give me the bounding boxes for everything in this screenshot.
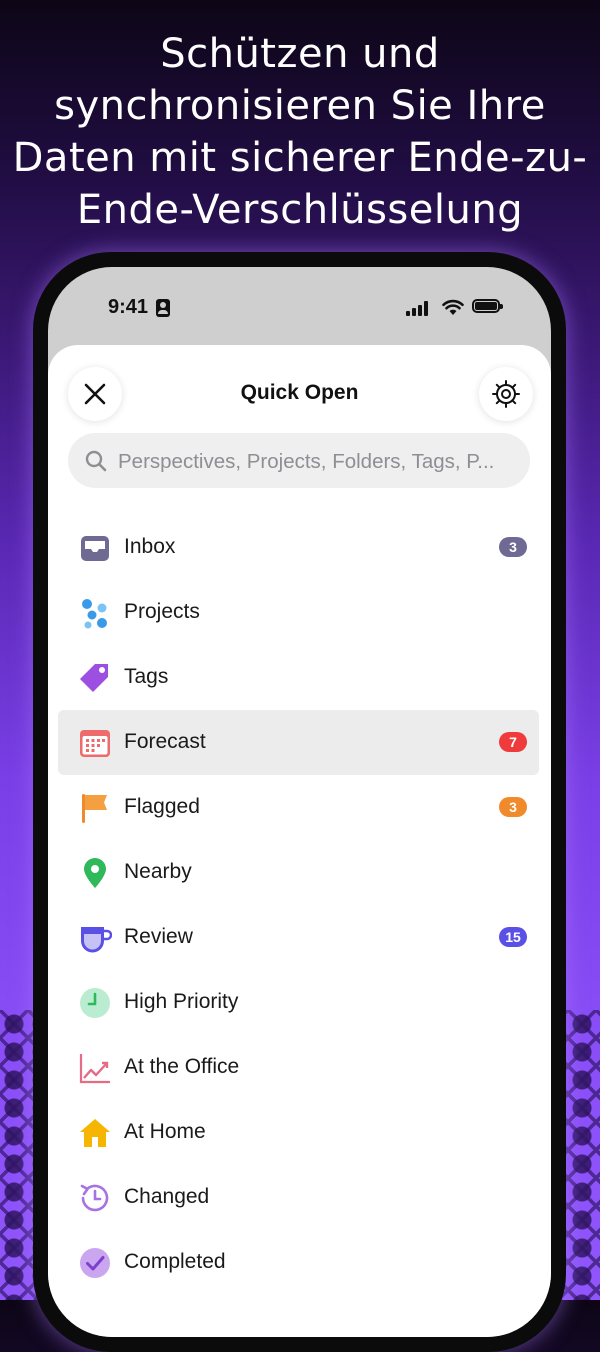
count-badge: 15 [499, 927, 527, 947]
phone-frame: 9:41 Quick Open Perspectives, Projects, … [33, 252, 566, 1352]
search-input[interactable] [116, 433, 520, 490]
list-item-label: Nearby [124, 860, 192, 883]
sheet-header: Quick Open [48, 345, 551, 445]
inbox-icon [81, 536, 109, 561]
status-bar: 9:41 [48, 267, 551, 347]
settings-button[interactable] [479, 367, 533, 421]
clock-icon [80, 988, 110, 1018]
projects-icon [82, 599, 107, 629]
search-icon [85, 450, 107, 472]
list-item-label: Review [124, 925, 193, 948]
gear-icon [492, 380, 520, 408]
list-item-at-the-office[interactable]: At the Office [58, 1035, 539, 1100]
count-badge: 3 [499, 537, 527, 557]
count-badge: 3 [499, 797, 527, 817]
headline: Schützen und synchronisieren Sie Ihre Da… [12, 31, 588, 233]
list-item-flagged[interactable]: Flagged 3 [58, 775, 539, 840]
history-icon [80, 1184, 109, 1212]
list-item-inbox[interactable]: Inbox 3 [58, 515, 539, 580]
home-icon [80, 1119, 110, 1147]
perspective-list: Inbox 3 Projects Tags Forecast 7 Flagged… [58, 515, 539, 1295]
list-item-label: At the Office [124, 1055, 240, 1078]
list-item-tags[interactable]: Tags [58, 645, 539, 710]
wifi-icon [442, 299, 464, 315]
location-pin-icon [84, 858, 106, 888]
battery-icon [472, 299, 503, 313]
list-item-projects[interactable]: Projects [58, 580, 539, 645]
list-item-label: Tags [124, 665, 169, 688]
review-cup-icon [81, 927, 112, 953]
list-item-at-home[interactable]: At Home [58, 1100, 539, 1165]
list-item-label: Completed [124, 1250, 226, 1273]
search-bar[interactable] [68, 433, 530, 490]
status-time: 9:41 [108, 296, 149, 318]
flag-icon [82, 794, 107, 823]
list-item-review[interactable]: Review 15 [58, 905, 539, 970]
quick-open-sheet: Quick Open Perspectives, Projects, Folde… [48, 345, 551, 1337]
list-item-label: At Home [124, 1120, 206, 1143]
list-item-completed[interactable]: Completed [58, 1230, 539, 1295]
list-item-label: Forecast [124, 730, 206, 753]
list-item-high-priority[interactable]: High Priority [58, 970, 539, 1035]
list-item-changed[interactable]: Changed [58, 1165, 539, 1230]
list-item-nearby[interactable]: Nearby [58, 840, 539, 905]
list-item-label: High Priority [124, 990, 239, 1013]
cellular-signal-icon [406, 300, 432, 316]
list-item-label: Projects [124, 600, 200, 623]
focus-person-icon [156, 299, 170, 317]
chart-icon [79, 1054, 110, 1084]
sheet-title: Quick Open [240, 381, 359, 404]
list-item-label: Changed [124, 1185, 210, 1208]
list-item-label: Flagged [124, 795, 200, 818]
calendar-icon [80, 730, 110, 757]
checkmark-icon [80, 1248, 110, 1278]
list-item-forecast[interactable]: Forecast 7 [58, 710, 539, 775]
list-item-label: Inbox [124, 535, 176, 558]
phone-screen: 9:41 Quick Open Perspectives, Projects, … [48, 267, 551, 1337]
tag-icon [80, 664, 108, 692]
count-badge: 7 [499, 732, 527, 752]
